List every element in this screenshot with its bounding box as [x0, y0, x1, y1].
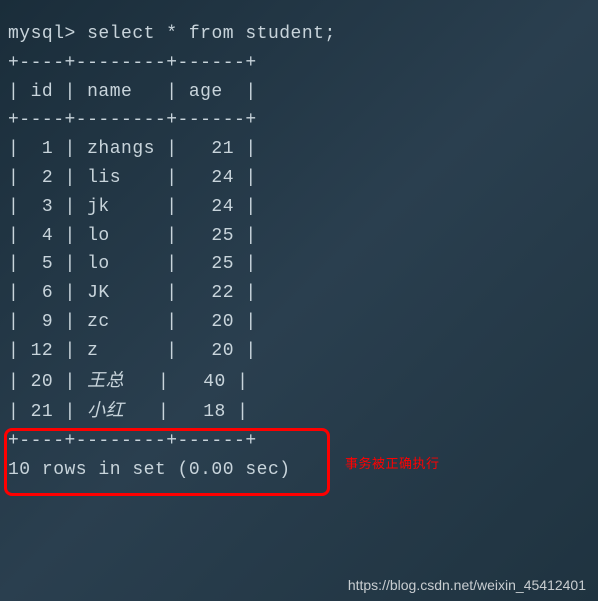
sql-query: select * from student; [87, 24, 336, 44]
row-cell-prefix: | 21 | [8, 402, 87, 422]
table-row: | 12 | z | 20 | [8, 337, 590, 366]
row-cell-name: 王总 [87, 370, 124, 390]
row-cell-name: 小红 [87, 400, 124, 420]
row-cell-suffix: | 40 | [124, 372, 248, 392]
query-line: mysql> select * from student; [8, 20, 590, 49]
table-border-bottom: +----+--------+------+ [8, 427, 590, 456]
annotation-text: 事务被正确执行 [345, 453, 440, 472]
table-row: | 20 | 王总 | 40 | [8, 366, 590, 397]
table-row: | 6 | JK | 22 | [8, 279, 590, 308]
row-cell-suffix: | 18 | [124, 402, 248, 422]
mysql-prompt: mysql> [8, 24, 87, 44]
table-border-mid: +----+--------+------+ [8, 106, 590, 135]
table-row: | 2 | lis | 24 | [8, 164, 590, 193]
table-row: | 21 | 小红 | 18 | [8, 396, 590, 427]
row-cell-prefix: | 20 | [8, 372, 87, 392]
result-summary: 10 rows in set (0.00 sec) [8, 456, 590, 485]
table-header-row: | id | name | age | [8, 78, 590, 107]
watermark-text: https://blog.csdn.net/weixin_45412401 [348, 577, 586, 593]
table-row: | 3 | jk | 24 | [8, 193, 590, 222]
table-row: | 5 | lo | 25 | [8, 250, 590, 279]
table-border-top: +----+--------+------+ [8, 49, 590, 78]
table-row: | 1 | zhangs | 21 | [8, 135, 590, 164]
table-row: | 9 | zc | 20 | [8, 308, 590, 337]
table-row: | 4 | lo | 25 | [8, 222, 590, 251]
